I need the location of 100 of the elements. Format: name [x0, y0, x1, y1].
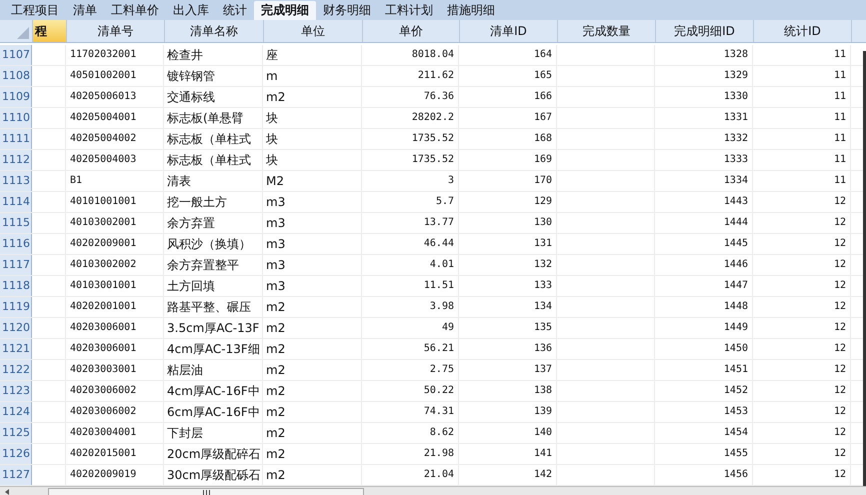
table-cell: 132: [459, 255, 557, 275]
table-cell: 211.62: [362, 66, 459, 86]
table-cell: 56.21: [362, 339, 459, 359]
table-cell: 40205004003: [66, 150, 164, 170]
table-cell: 40103002001: [66, 213, 164, 233]
table-cell: 1452: [655, 381, 753, 401]
column-header[interactable]: 单价: [363, 20, 460, 42]
table-cell: 镀锌钢管: [164, 66, 263, 86]
table-cell: 40202015001: [66, 444, 164, 464]
table-cell: 168: [459, 129, 557, 149]
table-cell: 141: [459, 444, 557, 464]
row-number: 1122: [0, 360, 32, 380]
table-cell: m2: [263, 297, 362, 317]
table-cell: 130: [459, 213, 557, 233]
table-cell: 路基平整、碾压: [164, 297, 263, 317]
row-number: 1120: [0, 318, 32, 338]
table-cell: 1735.52: [362, 150, 459, 170]
table-cell: 标志板(单悬臂: [164, 108, 263, 128]
table-cell: 1444: [655, 213, 753, 233]
column-header[interactable]: 完成明细ID: [656, 20, 754, 42]
table-cell: 6cm厚AC-16F中: [164, 402, 263, 422]
row-number: 1112: [0, 150, 32, 170]
row-number: 1124: [0, 402, 32, 422]
table-cell: 12: [753, 213, 851, 233]
column-header[interactable]: 程: [33, 20, 67, 42]
table-cell: 1447: [655, 276, 753, 296]
table-cell: 1329: [655, 66, 753, 86]
table-cell: 4cm厚AC-13F细: [164, 339, 263, 359]
table-cell: 12: [753, 255, 851, 275]
table-cell: 12: [753, 465, 851, 485]
table-cell: 76.36: [362, 87, 459, 107]
table-cell: m3: [263, 234, 362, 254]
tab[interactable]: 工程项目: [4, 0, 66, 20]
table-cell: 40101001001: [66, 192, 164, 212]
tab[interactable]: 清单: [66, 0, 104, 20]
table-cell: 块: [263, 129, 362, 149]
table-cell: 12: [753, 318, 851, 338]
table-cell: 1453: [655, 402, 753, 422]
table-cell: m2: [263, 465, 362, 485]
table-cell: 下封层: [164, 423, 263, 443]
table-cell: 11: [753, 45, 851, 65]
table-cell: 交通标线: [164, 87, 263, 107]
tab[interactable]: 统计: [216, 0, 254, 20]
table-cell: 12: [753, 402, 851, 422]
column-header[interactable]: 统计ID: [754, 20, 852, 42]
table-cell: 1449: [655, 318, 753, 338]
table-cell: 1333: [655, 150, 753, 170]
table-cell: 4.01: [362, 255, 459, 275]
table-cell: 20cm厚级配碎石: [164, 444, 263, 464]
tab[interactable]: 完成明细: [254, 1, 316, 20]
row-number: 1126: [0, 444, 32, 464]
column-header[interactable]: 清单号: [67, 20, 165, 42]
table-cell: 138: [459, 381, 557, 401]
table-cell: 49: [362, 318, 459, 338]
table-cell: 50.22: [362, 381, 459, 401]
table-cell: 12: [753, 192, 851, 212]
column-header[interactable]: 清单ID: [460, 20, 558, 42]
table-cell: 40103001001: [66, 276, 164, 296]
table-cell: m2: [263, 87, 362, 107]
column-header[interactable]: 完成数量: [558, 20, 656, 42]
table-cell: 12: [753, 360, 851, 380]
table-cell: 标志板（单柱式: [164, 129, 263, 149]
table-cell: 129: [459, 192, 557, 212]
table-cell: m3: [263, 213, 362, 233]
left-arrow-icon: [5, 488, 9, 494]
table-cell: 1445: [655, 234, 753, 254]
table-cell: M2: [263, 171, 362, 191]
tab[interactable]: 工料计划: [378, 0, 440, 20]
table-cell: 11.51: [362, 276, 459, 296]
scrollbar-thumb[interactable]: [48, 488, 364, 495]
table-cell: 1448: [655, 297, 753, 317]
table-cell: 40203004001: [66, 423, 164, 443]
table-cell: 1330: [655, 87, 753, 107]
table-cell: 土方回填: [164, 276, 263, 296]
row-number: 1111: [0, 129, 32, 149]
grip-icon: [202, 490, 210, 494]
table-cell: m2: [263, 318, 362, 338]
table-cell: 169: [459, 150, 557, 170]
tab[interactable]: 出入库: [166, 0, 216, 20]
table-cell: 1735.52: [362, 129, 459, 149]
column-header[interactable]: 清单名称: [165, 20, 264, 42]
table-cell: 清表: [164, 171, 263, 191]
table-cell: 135: [459, 318, 557, 338]
table-cell: 11: [753, 87, 851, 107]
table-cell: 139: [459, 402, 557, 422]
table-cell: m: [263, 66, 362, 86]
table-cell: 40205004002: [66, 129, 164, 149]
tab[interactable]: 工料单价: [104, 0, 166, 20]
table-cell: 风积沙（换填）: [164, 234, 263, 254]
row-number: 1110: [0, 108, 32, 128]
table-cell: 11: [753, 108, 851, 128]
column-header[interactable]: 单位: [264, 20, 363, 42]
table-cell: 1443: [655, 192, 753, 212]
table-cell: m2: [263, 444, 362, 464]
tab[interactable]: 措施明细: [440, 0, 502, 20]
table-cell: 1446: [655, 255, 753, 275]
row-number: 1118: [0, 276, 32, 296]
tab[interactable]: 财务明细: [316, 0, 378, 20]
table-cell: 46.44: [362, 234, 459, 254]
table-cell: m2: [263, 360, 362, 380]
